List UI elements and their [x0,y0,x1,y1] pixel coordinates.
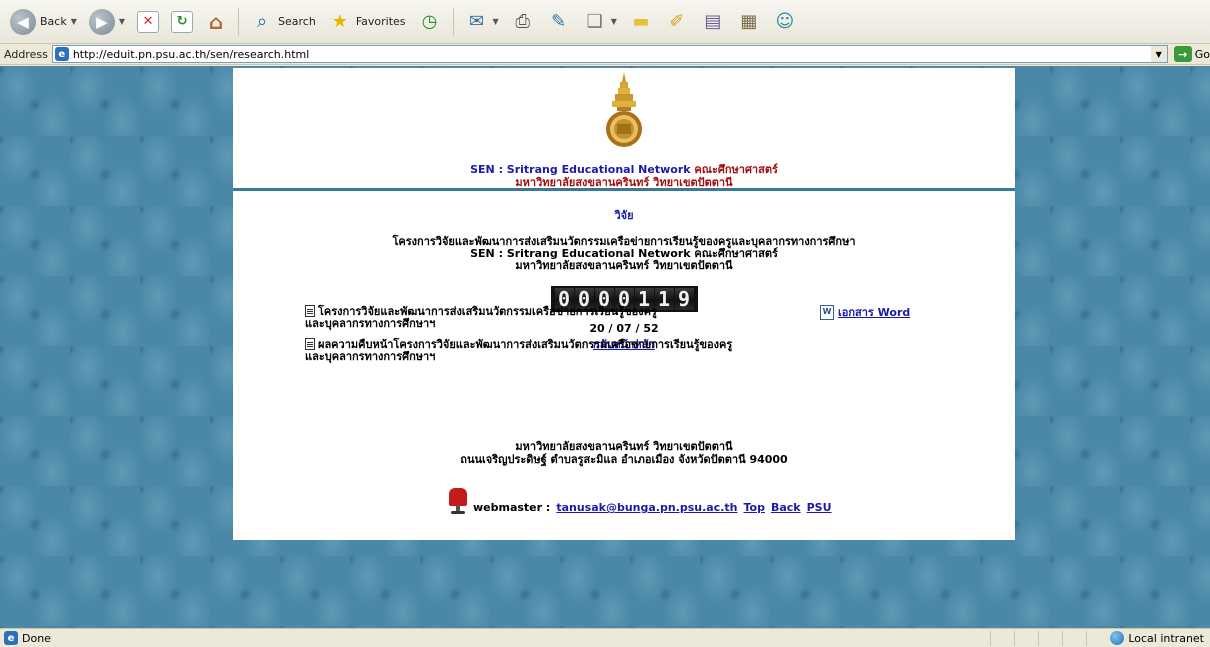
back-arrow-icon: ◀ [10,8,36,35]
toolbar-extra-icon: ▦ [740,11,758,32]
discuss-button[interactable]: ❏ ▼ [579,6,621,38]
back-label: Back [40,15,67,28]
university-crest-logo [606,72,642,147]
status-divider [990,631,991,646]
globe-icon [1110,631,1125,645]
address-input[interactable]: e http://eduit.pn.psu.ac.th/sen/research… [51,45,1168,63]
address-line-2: ถนนเจริญประดิษฐ์ ตำบลรูสะมิแล อำเภอเมือง… [460,453,788,466]
toolbar-separator [452,7,454,36]
word-file-icon: W [820,305,834,320]
pencil-button[interactable]: ✐ [661,6,693,38]
status-divider [1038,631,1039,646]
document-list: โครงการวิจัยและพัฒนาการส่งเสริมนวัตกรรมเ… [305,305,985,371]
refresh-button[interactable]: ↻ [167,6,197,38]
pencil-icon: ✐ [669,11,685,32]
folder-icon: ▬ [632,11,650,32]
address-label: Address [4,47,48,61]
mailbox-icon [449,488,467,514]
favorites-label: Favorites [355,15,406,28]
home-button[interactable]: ⌂ [201,6,231,38]
discuss-dropdown-icon[interactable]: ▼ [611,17,617,26]
search-icon: ⌕ [256,11,268,32]
document-title-line-2: และบุคลากรทางการศึกษาฯ [305,350,436,363]
address-dropdown-icon[interactable]: ▼ [1150,46,1167,62]
address-bar: Address e http://eduit.pn.psu.ac.th/sen/… [0,44,1210,65]
status-divider [1014,631,1015,646]
address-url: http://eduit.pn.psu.ac.th/sen/research.h… [72,47,310,61]
go-arrow-icon: → [1173,46,1192,62]
folder-button[interactable]: ▬ [625,6,657,38]
favorites-button[interactable]: ★ Favorites [324,6,410,38]
page-status-icon: e [4,631,18,645]
security-zone: Local intranet [1110,631,1204,645]
word-link-label: เอกสาร Word [838,305,911,319]
address-line-1: มหาวิทยาลัยสงขลานครินทร์ วิทยาเขตปัตตานี [515,440,733,453]
mail-dropdown-icon[interactable]: ▼ [493,17,499,26]
back-dropdown-icon[interactable]: ▼ [71,17,77,26]
word-document-link[interactable]: W เอกสาร Word [820,305,910,320]
stop-button[interactable]: ✕ [133,6,163,38]
zone-label: Local intranet [1128,631,1204,645]
page-header: SEN : Sritrang Educational Network คณะศึ… [233,68,1015,191]
history-button[interactable]: ◷ [414,6,446,38]
refresh-icon: ↻ [171,10,194,33]
project-title: โครงการวิจัยและพัฒนาการส่งเสริมนวัตกรรมเ… [233,236,1015,272]
document-item: ผลความคืบหน้าโครงการวิจัยและพัฒนาการส่งเ… [305,338,985,363]
stop-icon: ✕ [137,10,160,33]
status-bar: e Done Local intranet [0,628,1210,647]
mail-button[interactable]: ✉ ▼ [461,6,503,38]
webmaster-label: webmaster : [473,501,551,514]
page-icon: e [54,47,69,61]
forward-arrow-icon: ▶ [88,8,115,35]
project-line-3: มหาวิทยาลัยสงขลานครินทร์ วิทยาเขตปัตตานี [515,259,733,272]
document-item: โครงการวิจัยและพัฒนาการส่งเสริมนวัตกรรมเ… [305,305,985,330]
edit-icon: ✎ [551,11,567,32]
toolbar-extra-button[interactable]: ▦ [733,6,765,38]
status-divider [1062,631,1063,646]
toolbar-separator [238,7,240,36]
psu-link[interactable]: PSU [807,501,832,514]
edit-button[interactable]: ✎ [543,6,575,38]
page-content: SEN : Sritrang Educational Network คณะศึ… [233,68,1015,540]
webmaster-email-link[interactable]: tanusak@bunga.pn.psu.ac.th [556,501,737,514]
mail-icon: ✉ [468,11,485,32]
browser-toolbar: ◀ Back ▼ ▶ ▼ ✕ ↻ ⌂ ⌕ Search ★ Favorites … [0,0,1210,44]
header-divider [233,188,1015,191]
go-button[interactable]: → Go [1173,46,1210,62]
postal-address: มหาวิทยาลัยสงขลานครินทร์ วิทยาเขตปัตตานี… [233,440,1015,466]
document-icon [305,305,315,317]
page-footer: webmaster : tanusak@bunga.pn.psu.ac.th T… [449,488,832,514]
page-viewport: SEN : Sritrang Educational Network คณะศึ… [0,66,1210,628]
search-button[interactable]: ⌕ Search [246,6,320,38]
back-button[interactable]: ◀ Back ▼ [6,6,81,38]
document-icon [305,338,315,350]
research-button[interactable]: ▤ [697,6,729,38]
forward-button[interactable]: ▶ ▼ [85,6,129,38]
document-title-line-2: และบุคลากรทางการศึกษาฯ [305,317,436,330]
status-text: Done [22,631,51,645]
discuss-icon: ❏ [586,11,603,32]
section-title: วิจัย [614,209,634,222]
back-link[interactable]: Back [771,501,801,514]
messenger-button[interactable]: ☺ [769,6,801,38]
research-icon: ▤ [704,11,722,32]
go-label: Go [1194,47,1210,61]
history-icon: ◷ [421,11,438,32]
print-icon: ⎙ [515,11,530,32]
search-label: Search [278,15,316,28]
forward-dropdown-icon[interactable]: ▼ [119,17,125,26]
print-button[interactable]: ⎙ [507,6,539,38]
status-divider [1086,631,1087,646]
messenger-icon: ☺ [775,11,795,32]
home-icon: ⌂ [208,9,224,34]
star-icon: ★ [331,11,348,32]
top-link[interactable]: Top [743,501,764,514]
